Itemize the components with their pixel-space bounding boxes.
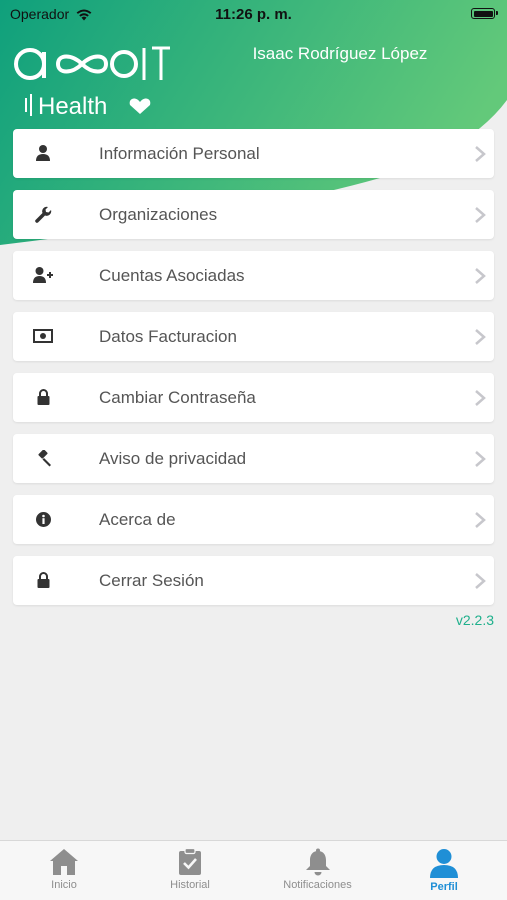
tab-bar: Inicio Historial Notificaciones Perfil: [0, 840, 507, 900]
home-icon: [50, 849, 78, 875]
menu-item-cambiar-contrasena[interactable]: Cambiar Contraseña: [13, 373, 494, 422]
lock-icon: [33, 570, 53, 590]
tab-label: Notificaciones: [283, 879, 352, 891]
app-version: v2.2.3: [455, 612, 494, 628]
user-name: Isaac Rodríguez López: [252, 44, 428, 63]
tab-label: Historial: [170, 879, 210, 891]
chevron-right-icon: [475, 390, 486, 406]
profile-menu: Información Personal Organizaciones Cuen…: [13, 129, 494, 617]
chevron-right-icon: [475, 573, 486, 589]
menu-item-organizaciones[interactable]: Organizaciones: [13, 190, 494, 239]
chevron-right-icon: [475, 146, 486, 162]
menu-item-label: Datos Facturacion: [99, 327, 237, 346]
menu-item-label: Acerca de: [99, 510, 176, 529]
menu-item-label: Información Personal: [99, 144, 260, 163]
chevron-right-icon: [475, 512, 486, 528]
money-icon: [33, 326, 53, 346]
chevron-right-icon: [475, 207, 486, 223]
menu-item-cerrar-sesion[interactable]: Cerrar Sesión: [13, 556, 494, 605]
wrench-icon: [33, 204, 53, 224]
status-bar: Operador 11:26 p. m.: [0, 0, 507, 28]
chevron-right-icon: [475, 451, 486, 467]
tab-notificaciones[interactable]: Notificaciones: [265, 841, 370, 900]
tab-inicio[interactable]: Inicio: [24, 841, 104, 900]
tab-label: Perfil: [430, 881, 458, 893]
menu-item-cuentas-asociadas[interactable]: Cuentas Asociadas: [13, 251, 494, 300]
gavel-icon: [33, 448, 53, 468]
chevron-right-icon: [475, 329, 486, 345]
tab-historial[interactable]: Historial: [150, 841, 230, 900]
menu-item-acerca-de[interactable]: Acerca de: [13, 495, 494, 544]
user-icon: [33, 143, 53, 163]
menu-item-informacion-personal[interactable]: Información Personal: [13, 129, 494, 178]
battery-icon: [471, 8, 498, 19]
menu-item-label: Organizaciones: [99, 205, 218, 224]
app-logo: Health: [14, 46, 170, 120]
user-plus-icon: [33, 265, 53, 285]
menu-item-label: Cuentas Asociadas: [99, 266, 245, 285]
menu-item-label: Aviso de privacidad: [99, 449, 247, 468]
lock-icon: [33, 387, 53, 407]
clipboard-check-icon: [179, 848, 201, 875]
menu-item-label: Cerrar Sesión: [99, 571, 204, 590]
menu-item-datos-facturacion[interactable]: Datos Facturacion: [13, 312, 494, 361]
tab-perfil[interactable]: Perfil: [404, 841, 484, 900]
bell-icon: [305, 848, 330, 876]
menu-item-aviso-privacidad[interactable]: Aviso de privacidad: [13, 434, 494, 483]
person-icon: [430, 849, 458, 878]
tab-label: Inicio: [51, 879, 77, 891]
menu-item-label: Cambiar Contraseña: [99, 388, 256, 407]
status-time: 11:26 p. m.: [215, 6, 292, 23]
logo-subtext: Health: [38, 93, 107, 120]
info-icon: [33, 509, 53, 529]
chevron-right-icon: [475, 268, 486, 284]
